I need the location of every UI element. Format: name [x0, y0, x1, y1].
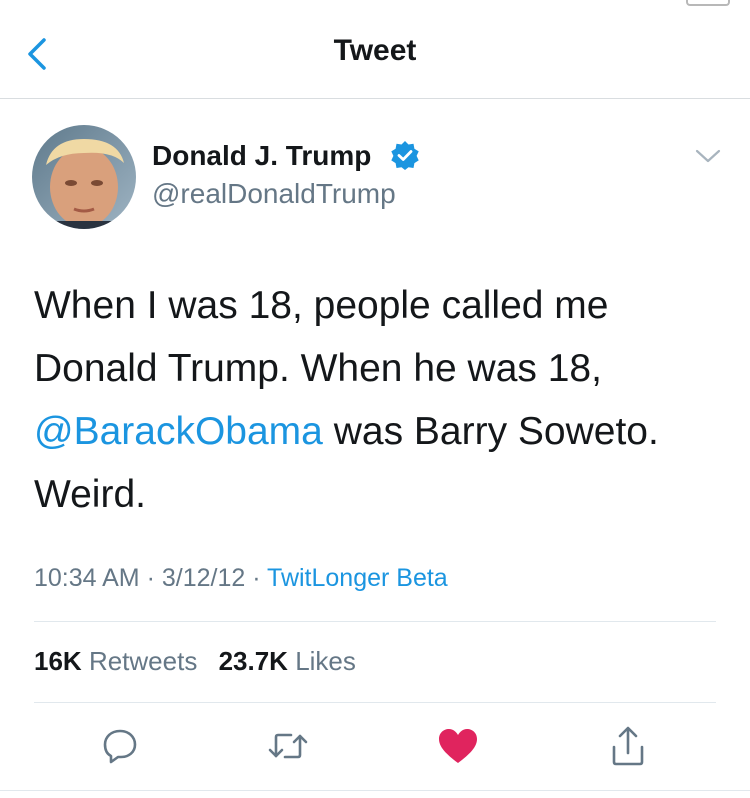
tweet-text-before: When I was 18, people called me Donald T… — [34, 284, 609, 390]
divider — [34, 702, 716, 703]
heart-icon — [439, 729, 477, 763]
likes-count: 23.7K — [218, 646, 288, 676]
reply-button[interactable] — [98, 724, 142, 768]
meta-separator: · — [139, 564, 162, 592]
tweet-text: When I was 18, people called me Donald T… — [34, 274, 724, 526]
author-name[interactable]: Donald J. Trump — [152, 140, 371, 172]
retweets-label: Retweets — [88, 646, 198, 676]
retweet-icon — [268, 733, 308, 759]
bottom-divider — [0, 790, 750, 791]
share-icon — [612, 726, 644, 766]
source-link[interactable]: TwitLonger Beta — [267, 564, 448, 592]
like-button[interactable] — [436, 724, 480, 768]
engagement-stats: 16K Retweets 23.7K Likes — [34, 646, 370, 677]
page-title: Tweet — [333, 34, 417, 67]
retweets-count: 16K — [34, 646, 82, 676]
mention-link[interactable]: @BarackObama — [34, 410, 323, 453]
more-options-button[interactable] — [694, 146, 722, 166]
retweets-stat[interactable]: 16K Retweets — [34, 646, 197, 676]
avatar[interactable] — [32, 125, 136, 229]
author-handle[interactable]: @realDonaldTrump — [152, 178, 396, 210]
chevron-down-icon — [695, 149, 721, 163]
meta-separator: · — [245, 564, 268, 592]
retweet-button[interactable] — [266, 724, 310, 768]
verified-badge-icon — [390, 140, 420, 170]
tweet-date: 3/12/12 — [161, 564, 246, 592]
likes-stat[interactable]: 23.7K Likes — [219, 646, 356, 676]
likes-label: Likes — [295, 646, 356, 676]
tweet-time: 10:34 AM — [34, 564, 140, 592]
navigation-bar: Tweet — [0, 0, 750, 99]
status-edge — [686, 0, 730, 6]
reply-icon — [103, 729, 137, 764]
divider — [34, 621, 716, 622]
tweet-metadata: 10:34 AM · 3/12/12 · TwitLonger Beta — [34, 564, 448, 593]
profile-photo — [32, 125, 136, 229]
share-button[interactable] — [606, 724, 650, 768]
